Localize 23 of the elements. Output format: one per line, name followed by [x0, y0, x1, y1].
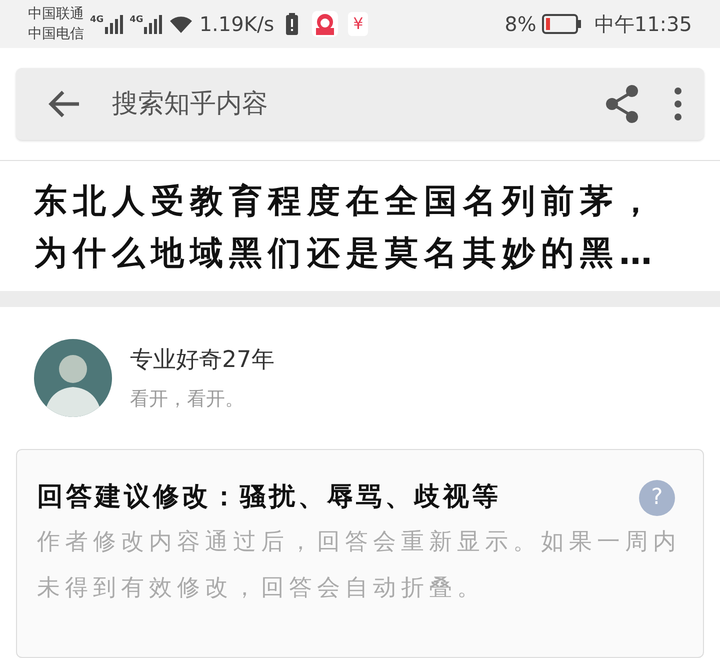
more-icon [674, 87, 682, 121]
carrier-name: 中国电信 [28, 25, 84, 44]
back-arrow-icon [47, 89, 81, 119]
author-bio: 看开，看开。 [130, 387, 245, 412]
network-type: 4G [90, 16, 104, 25]
battery-percent: 8% [504, 11, 536, 38]
notice-body: 作者修改内容通过后，回答会重新显示。如果一周内未得到有效修改，回答会自动折叠。 [37, 528, 682, 603]
battery-icon [542, 14, 582, 34]
notice-title: 回答建议修改：骚扰、辱骂、歧视等 [37, 481, 501, 514]
wifi-icon [169, 14, 194, 34]
network-type: 4G [130, 16, 144, 25]
battery-saver-icon [286, 13, 298, 35]
search-bar[interactable]: 搜索知乎内容 [16, 68, 704, 140]
currency-glyph: ¥ [348, 12, 368, 36]
carrier-name: 中国联通 [28, 5, 84, 24]
clock: 中午11:35 [594, 11, 692, 38]
question-title[interactable]: 东北人受教育程度在全国名列前茅，为什么地域黑们还是莫名其妙的黑… [34, 175, 694, 279]
network-speed: 1.19K/s [199, 11, 274, 38]
signal-icon [143, 14, 164, 34]
author-name[interactable]: 专业好奇27年 [130, 342, 274, 377]
share-icon [604, 84, 640, 124]
app-icon [312, 11, 338, 37]
signal-icon [104, 14, 124, 34]
